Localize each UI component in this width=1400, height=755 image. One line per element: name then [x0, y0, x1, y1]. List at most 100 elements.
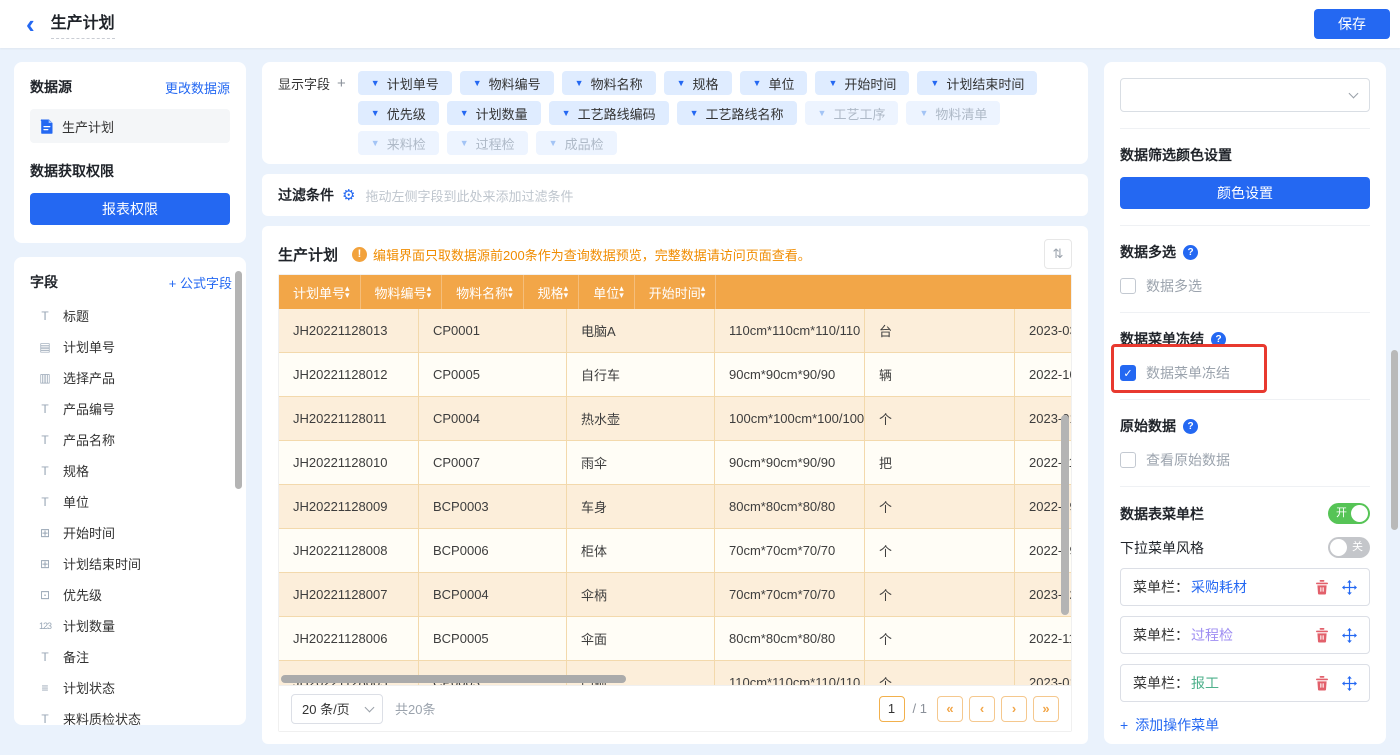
cell-spec: 80cm*80cm*80/80 — [715, 485, 865, 529]
menubar-item[interactable]: 菜单栏： 过程检 — [1120, 616, 1370, 654]
menubar-item[interactable]: 菜单栏： 采购耗材 — [1120, 568, 1370, 606]
display-field-chip-disabled[interactable]: 工艺工序 — [805, 101, 899, 125]
menubar-item[interactable]: 菜单栏： 报工 — [1120, 664, 1370, 702]
table-header-cell[interactable]: 计划单号 — [279, 275, 361, 309]
action-select[interactable] — [1120, 78, 1370, 112]
field-item[interactable]: ≡ 计划状态 — [30, 672, 232, 703]
help-icon[interactable]: ? — [1183, 419, 1198, 434]
current-page-input[interactable]: 1 — [879, 696, 905, 722]
dropdown-style-toggle[interactable]: 关 — [1328, 537, 1370, 558]
last-page-button[interactable]: » — [1033, 696, 1059, 722]
menubar-toggle[interactable]: 开 — [1328, 503, 1370, 524]
table-vertical-scrollbar[interactable] — [1061, 415, 1069, 615]
display-field-chip[interactable]: 优先级 — [358, 101, 439, 125]
display-field-chip[interactable]: 单位 — [740, 71, 808, 95]
table-sort-button[interactable]: ⇅ — [1044, 239, 1072, 269]
first-page-button[interactable]: « — [937, 696, 963, 722]
add-display-field-button[interactable]: + — [337, 75, 346, 92]
delete-icon[interactable] — [1315, 676, 1329, 691]
change-datasource-link[interactable]: 更改数据源 — [165, 78, 230, 97]
table-row[interactable]: JH20221128011 CP0004 热水壶 100cm*100cm*100… — [279, 397, 1071, 441]
help-icon[interactable]: ? — [1211, 332, 1226, 347]
delete-icon[interactable] — [1315, 580, 1329, 595]
add-action-menu-link[interactable]: + 添加操作菜单 — [1120, 715, 1370, 735]
chevron-down-icon — [1349, 89, 1359, 99]
column-sort-icon[interactable] — [427, 285, 432, 299]
field-type-icon: T — [36, 433, 54, 447]
display-field-chip-disabled[interactable]: 来料检 — [358, 131, 439, 155]
help-icon[interactable]: ? — [1183, 245, 1198, 260]
table-row[interactable]: JH20221128008 BCP0006 柜体 70cm*70cm*70/70… — [279, 529, 1071, 573]
display-field-chip[interactable]: 工艺路线编码 — [549, 101, 669, 125]
field-item[interactable]: T 单位 — [30, 486, 232, 517]
dropdown-style-label: 下拉菜单风格 — [1120, 538, 1204, 558]
save-button[interactable]: 保存 — [1314, 9, 1390, 39]
column-sort-icon[interactable] — [619, 285, 624, 299]
table-row[interactable]: JH20221128012 CP0005 自行车 90cm*90cm*90/90… — [279, 353, 1071, 397]
move-icon[interactable] — [1342, 580, 1357, 595]
freeze-checkbox[interactable] — [1120, 365, 1136, 381]
table-header-cell[interactable]: 物料名称 — [442, 275, 524, 309]
column-sort-icon[interactable] — [564, 285, 569, 299]
report-permission-button[interactable]: 报表权限 — [30, 193, 230, 225]
fields-scrollbar[interactable] — [235, 271, 242, 489]
back-icon[interactable]: ‹ — [26, 11, 35, 37]
table-header-cell[interactable]: 规格 — [524, 275, 580, 309]
display-field-chip[interactable]: 规格 — [664, 71, 732, 95]
display-field-chip-disabled[interactable]: 成品检 — [536, 131, 617, 155]
field-item[interactable]: ⊞ 开始时间 — [30, 517, 232, 548]
column-sort-icon[interactable] — [508, 285, 513, 299]
table-header-cell[interactable]: 物料编号 — [361, 275, 443, 309]
table-header-cell[interactable]: 单位 — [579, 275, 635, 309]
delete-icon[interactable] — [1315, 628, 1329, 643]
display-field-chip[interactable]: 物料名称 — [562, 71, 656, 95]
cell-spec: 90cm*90cm*90/90 — [715, 353, 865, 397]
field-item[interactable]: T 来料质检状态 — [30, 703, 232, 725]
field-item[interactable]: ⊡ 优先级 — [30, 579, 232, 610]
raw-data-checkbox[interactable] — [1120, 452, 1136, 468]
color-settings-button[interactable]: 颜色设置 — [1120, 177, 1370, 209]
field-item[interactable]: T 标题 — [30, 300, 232, 331]
add-formula-field-link[interactable]: + 公式字段 — [169, 273, 232, 292]
field-item-label: 优先级 — [63, 585, 102, 604]
field-item[interactable]: ▤ 计划单号 — [30, 331, 232, 362]
field-item[interactable]: T 产品编号 — [30, 393, 232, 424]
field-item[interactable]: T 产品名称 — [30, 424, 232, 455]
multiselect-checkbox[interactable] — [1120, 278, 1136, 294]
window-scrollbar[interactable] — [1391, 350, 1398, 530]
menubar-item-name[interactable]: 采购耗材 — [1191, 577, 1247, 597]
field-item[interactable]: 123 计划数量 — [30, 610, 232, 641]
table-row[interactable]: JH20221128009 BCP0003 车身 80cm*80cm*80/80… — [279, 485, 1071, 529]
settings-sidebar: 数据筛选颜色设置 颜色设置 数据多选 ? 数据多选 数据菜单冻结 ? 数据菜单冻… — [1104, 62, 1386, 744]
display-field-chip[interactable]: 工艺路线名称 — [677, 101, 797, 125]
display-field-chip[interactable]: 开始时间 — [815, 71, 909, 95]
field-item[interactable]: ⊞ 计划结束时间 — [30, 548, 232, 579]
display-field-chip[interactable]: 计划数量 — [447, 101, 541, 125]
display-field-chip[interactable]: 计划单号 — [358, 71, 452, 95]
table-row[interactable]: JH20221128006 BCP0005 伞面 80cm*80cm*80/80… — [279, 617, 1071, 661]
table-row[interactable]: JH20221128010 CP0007 雨伞 90cm*90cm*90/90 … — [279, 441, 1071, 485]
menubar-item-name[interactable]: 报工 — [1191, 673, 1219, 693]
move-icon[interactable] — [1342, 676, 1357, 691]
page-size-select[interactable]: 20 条/页 — [291, 694, 383, 724]
next-page-button[interactable]: › — [1001, 696, 1027, 722]
field-item[interactable]: ▥ 选择产品 — [30, 362, 232, 393]
field-item[interactable]: T 规格 — [30, 455, 232, 486]
menubar-item-name[interactable]: 过程检 — [1191, 625, 1233, 645]
filter-settings-gear-icon[interactable]: ⚙ — [342, 186, 355, 204]
table-row[interactable]: JH20221128007 BCP0004 伞柄 70cm*70cm*70/70… — [279, 573, 1071, 617]
field-item[interactable]: T 备注 — [30, 641, 232, 672]
display-field-chip[interactable]: 计划结束时间 — [917, 71, 1037, 95]
display-field-chip-disabled[interactable]: 过程检 — [447, 131, 528, 155]
cell-start-time: 2023-03 — [1015, 309, 1071, 353]
prev-page-button[interactable]: ‹ — [969, 696, 995, 722]
table-horizontal-scrollbar[interactable] — [281, 675, 626, 683]
datasource-item[interactable]: 生产计划 — [30, 109, 230, 143]
move-icon[interactable] — [1342, 628, 1357, 643]
column-sort-icon[interactable] — [701, 285, 706, 299]
table-header-cell[interactable]: 开始时间 — [635, 275, 717, 309]
column-sort-icon[interactable] — [345, 285, 350, 299]
table-row[interactable]: JH20221128013 CP0001 电脑A 110cm*110cm*110… — [279, 309, 1071, 353]
display-field-chip[interactable]: 物料编号 — [460, 71, 554, 95]
display-field-chip-disabled[interactable]: 物料清单 — [906, 101, 1000, 125]
